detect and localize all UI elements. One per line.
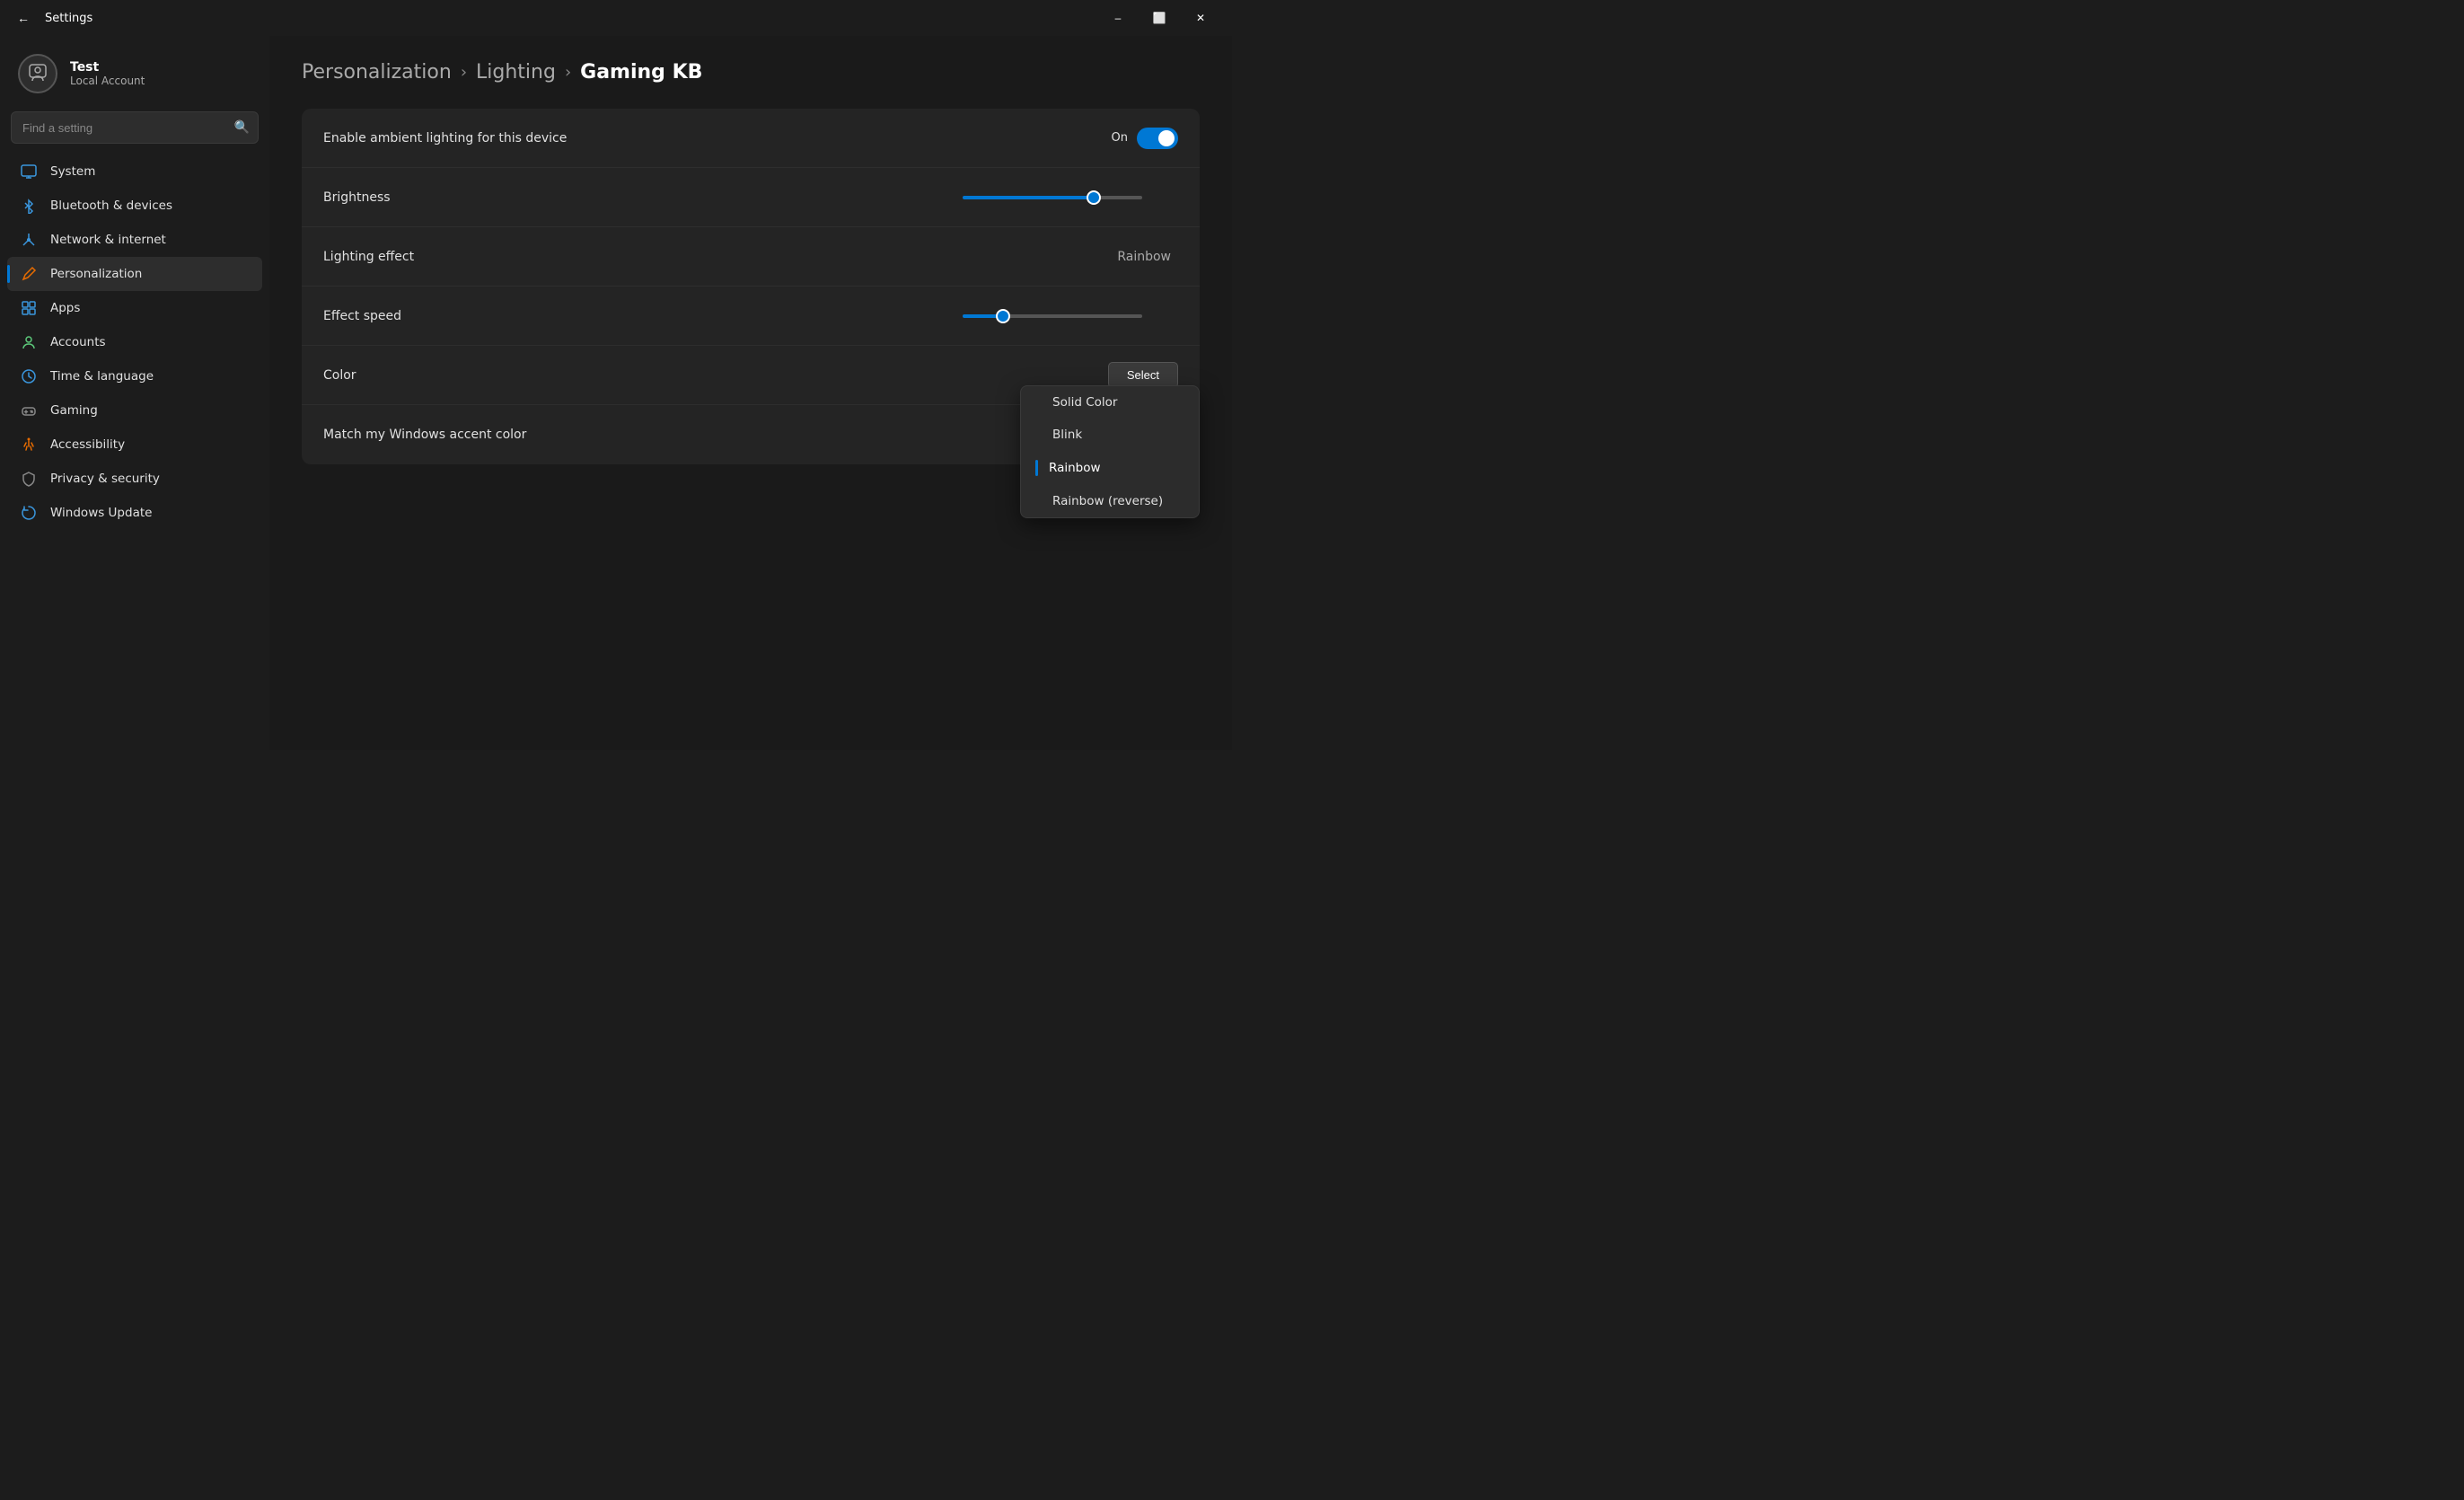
maximize-button[interactable]: ⬜ [1139, 4, 1180, 32]
accounts-icon [20, 333, 38, 351]
sidebar-item-label-time: Time & language [50, 369, 154, 384]
ambient-lighting-thumb [1158, 130, 1175, 146]
search-box: 🔍 [11, 111, 259, 144]
sidebar-item-label-accessibility: Accessibility [50, 437, 125, 452]
breadcrumb-sep-2: › [565, 63, 571, 82]
sidebar-item-system[interactable]: System [7, 154, 262, 189]
ambient-lighting-row: Enable ambient lighting for this device … [302, 109, 1200, 168]
ambient-lighting-toggle-label: On [1112, 131, 1128, 145]
sidebar-item-label-bluetooth: Bluetooth & devices [50, 199, 172, 213]
close-button[interactable]: ✕ [1180, 4, 1221, 32]
effect-speed-slider[interactable] [963, 314, 1142, 318]
sidebar-item-privacy[interactable]: Privacy & security [7, 462, 262, 496]
user-info: Test Local Account [70, 60, 145, 87]
main-layout: Test Local Account 🔍 System Bluetooth & … [0, 36, 1232, 750]
brightness-slider-container [963, 196, 1178, 199]
apps-icon [20, 299, 38, 317]
dropdown-option-solid[interactable]: Solid Color [1021, 386, 1199, 419]
sidebar-item-label-system: System [50, 164, 95, 179]
avatar [18, 54, 57, 93]
ambient-lighting-track[interactable] [1137, 128, 1178, 149]
sidebar-item-label-accounts: Accounts [50, 335, 106, 349]
sidebar-item-bluetooth[interactable]: Bluetooth & devices [7, 189, 262, 223]
gaming-icon [20, 401, 38, 419]
back-button[interactable]: ← [11, 5, 36, 31]
privacy-icon [20, 470, 38, 488]
personalization-icon [20, 265, 38, 283]
effect-speed-slider-container [963, 314, 1178, 318]
dropdown-option-rainbow[interactable]: Rainbow [1021, 451, 1199, 485]
ambient-lighting-toggle-wrapper: On [1112, 128, 1178, 149]
sidebar-item-accessibility[interactable]: Accessibility [7, 428, 262, 462]
network-icon [20, 231, 38, 249]
brightness-row: Brightness [302, 168, 1200, 227]
lighting-effect-value: Rainbow [1117, 250, 1171, 264]
sidebar-item-label-update: Windows Update [50, 506, 152, 520]
selected-indicator [1035, 460, 1038, 476]
breadcrumb: Personalization › Lighting › Gaming KB [302, 61, 1200, 84]
sidebar-item-update[interactable]: Windows Update [7, 496, 262, 530]
time-icon [20, 367, 38, 385]
ambient-lighting-label: Enable ambient lighting for this device [323, 131, 567, 146]
brightness-slider[interactable] [963, 196, 1142, 199]
sidebar-item-label-apps: Apps [50, 301, 80, 315]
accent-color-label: Match my Windows accent color [323, 428, 526, 442]
dropdown-option-blink[interactable]: Blink [1021, 419, 1199, 451]
sidebar-item-accounts[interactable]: Accounts [7, 325, 262, 359]
ambient-lighting-toggle[interactable] [1137, 128, 1178, 149]
breadcrumb-sep-1: › [461, 63, 467, 82]
sidebar-item-network[interactable]: Network & internet [7, 223, 262, 257]
effect-speed-row: Effect speed [302, 287, 1200, 346]
sidebar-item-apps[interactable]: Apps [7, 291, 262, 325]
settings-panel: Enable ambient lighting for this device … [302, 109, 1200, 464]
sidebar-item-label-personalization: Personalization [50, 267, 142, 281]
sidebar-item-label-network: Network & internet [50, 233, 166, 247]
user-name: Test [70, 60, 145, 75]
sidebar-item-gaming[interactable]: Gaming [7, 393, 262, 428]
search-input[interactable] [11, 111, 259, 144]
lighting-effect-row: Lighting effect Rainbow Solid ColorBlink… [302, 227, 1200, 287]
breadcrumb-personalization[interactable]: Personalization [302, 61, 452, 84]
update-icon [20, 504, 38, 522]
bluetooth-icon [20, 197, 38, 215]
system-icon [20, 163, 38, 181]
sidebar-item-label-privacy: Privacy & security [50, 472, 160, 486]
accessibility-icon [20, 436, 38, 454]
color-select-button[interactable]: Select [1108, 362, 1178, 388]
lighting-effect-label: Lighting effect [323, 250, 414, 264]
titlebar-left: ← Settings [11, 5, 92, 31]
user-account-type: Local Account [70, 75, 145, 87]
search-icon: 🔍 [234, 120, 250, 135]
user-profile[interactable]: Test Local Account [7, 45, 262, 108]
titlebar-controls: – ⬜ ✕ [1097, 4, 1221, 32]
titlebar: ← Settings – ⬜ ✕ [0, 0, 1232, 36]
sidebar-item-time[interactable]: Time & language [7, 359, 262, 393]
breadcrumb-current: Gaming KB [580, 61, 702, 84]
sidebar: Test Local Account 🔍 System Bluetooth & … [0, 36, 269, 750]
lighting-effect-dropdown: Solid ColorBlinkRainbowRainbow (reverse) [1020, 385, 1200, 518]
sidebar-item-label-gaming: Gaming [50, 403, 98, 418]
app-title: Settings [45, 12, 92, 25]
nav-list: System Bluetooth & devices Network & int… [7, 154, 262, 530]
dropdown-option-rainbow_reverse[interactable]: Rainbow (reverse) [1021, 485, 1199, 517]
sidebar-item-personalization[interactable]: Personalization [7, 257, 262, 291]
breadcrumb-lighting[interactable]: Lighting [476, 61, 556, 84]
color-label: Color [323, 368, 356, 383]
minimize-button[interactable]: – [1097, 4, 1139, 32]
brightness-label: Brightness [323, 190, 391, 205]
effect-speed-label: Effect speed [323, 309, 401, 323]
main-content: Personalization › Lighting › Gaming KB E… [269, 36, 1232, 750]
